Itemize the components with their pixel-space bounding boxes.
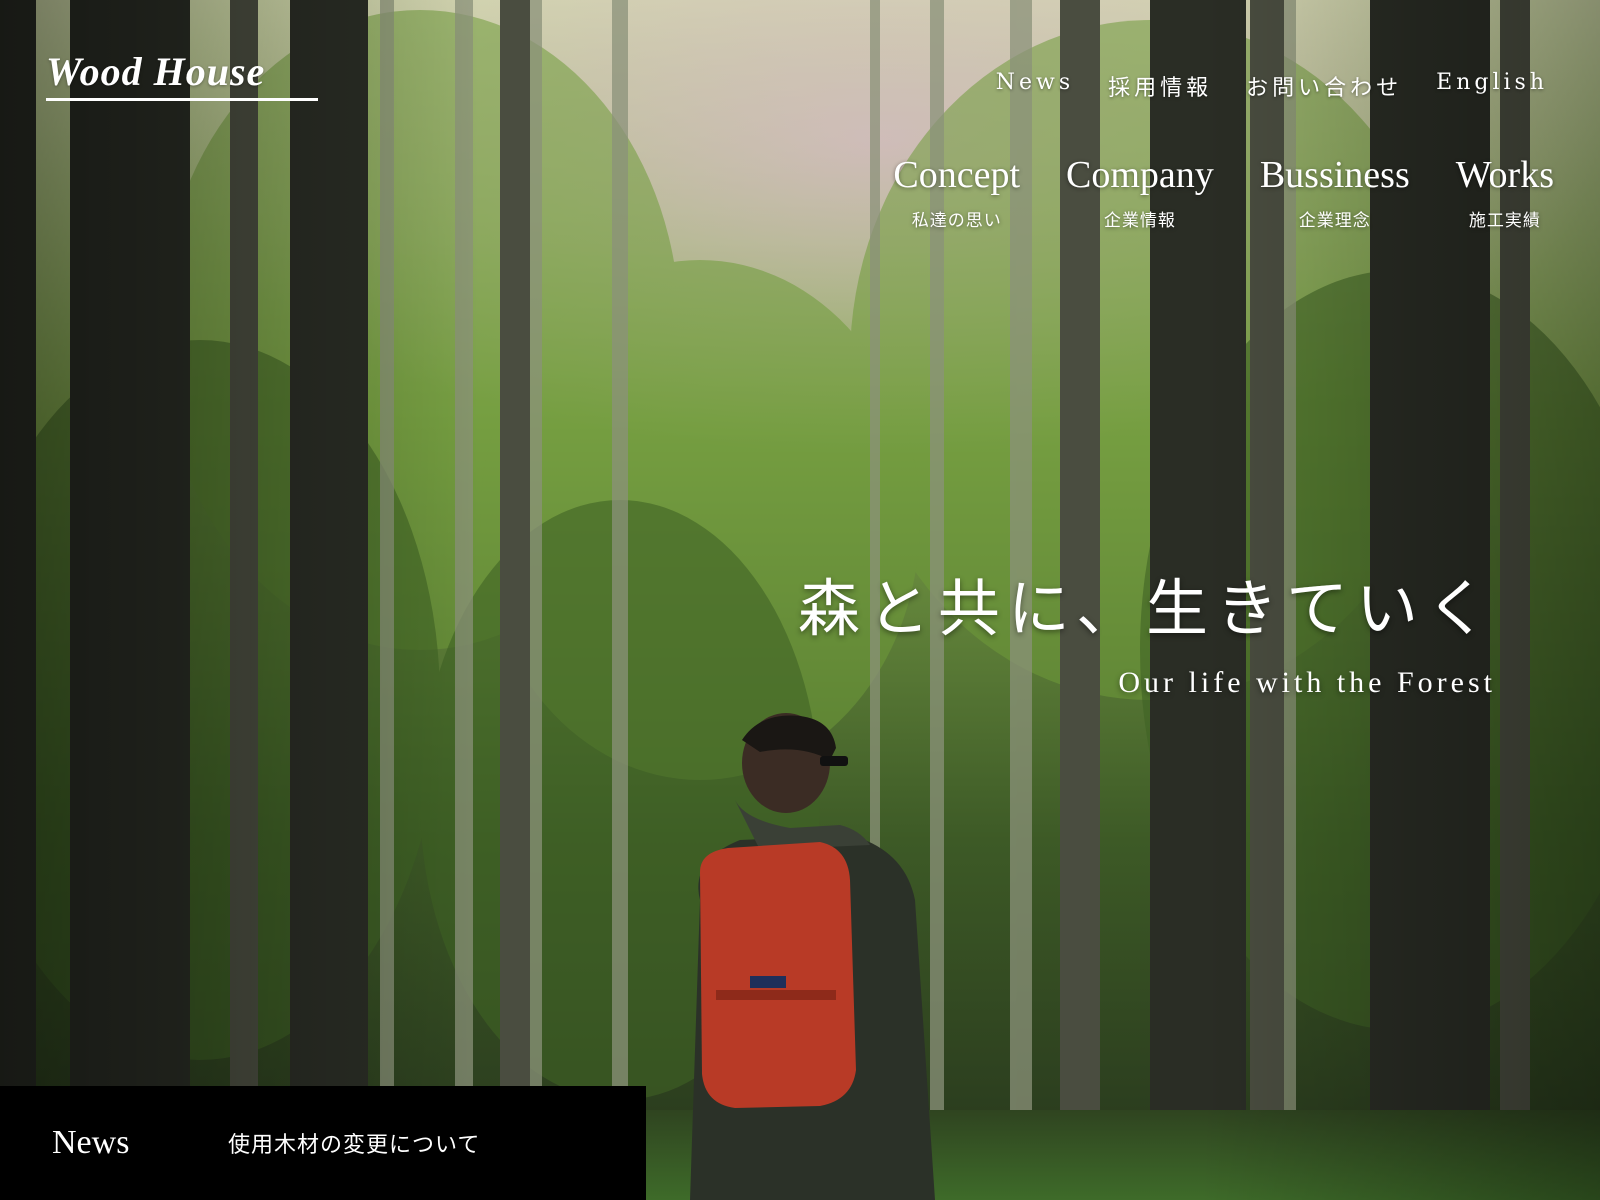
main-nav-business[interactable]: Bussiness 企業理念 [1260,156,1410,231]
main-nav-concept-label: Concept [893,154,1021,196]
news-ticker-item[interactable]: 使用木材の変更について [228,1127,480,1159]
utility-nav: News 採用情報 お問い合わせ English [996,70,1548,102]
main-nav-business-label: Bussiness [1259,154,1410,196]
util-nav-english[interactable]: English [1436,70,1548,102]
main-nav-company[interactable]: Company 企業情報 [1066,156,1214,231]
util-nav-recruit[interactable]: 採用情報 [1108,70,1212,102]
main-nav-works-sublabel: 施工実績 [1468,211,1541,231]
util-nav-news[interactable]: News [996,70,1074,102]
main-nav: Concept 私達の思い Company 企業情報 Bussiness 企業理… [893,156,1554,231]
main-nav-concept[interactable]: Concept 私達の思い [893,156,1020,231]
main-nav-company-sublabel: 企業情報 [1103,211,1176,231]
main-nav-works[interactable]: Works 施工実績 [1456,156,1554,231]
main-nav-business-sublabel: 企業理念 [1298,211,1371,231]
site-logo[interactable]: Wood House [46,50,318,101]
main-nav-concept-sublabel: 私達の思い [911,211,1002,231]
main-nav-company-label: Company [1066,154,1214,196]
news-ticker: News 使用木材の変更について [0,1086,646,1200]
news-ticker-label: News [52,1124,130,1161]
hero-tagline: 森と共に、生きていく Our life with the Forest [798,578,1496,700]
hero-headline: 森と共に、生きていく [797,572,1496,645]
util-nav-contact[interactable]: お問い合わせ [1246,70,1402,102]
main-nav-works-label: Works [1455,154,1554,196]
hero-subline: Our life with the Forest [1118,666,1496,699]
